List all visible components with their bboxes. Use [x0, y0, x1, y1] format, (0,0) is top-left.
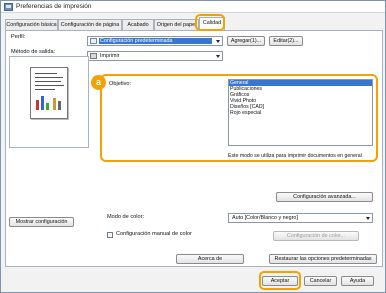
profile-icon [90, 38, 97, 44]
output-method-label: Método de salida: [11, 49, 56, 55]
objective-description: Este modo se utiliza para imprimir docum… [228, 153, 362, 159]
tab-basic-settings[interactable]: Configuración básica [5, 19, 58, 30]
title-bar: Preferencias de impresión [1, 1, 385, 13]
profile-label: Perfil: [11, 34, 26, 40]
show-settings-button[interactable]: Mostrar configuración [9, 217, 74, 227]
profile-select-value: Configuración predeterminada [100, 38, 173, 44]
manual-color-checkbox[interactable] [107, 232, 113, 238]
printer-small-icon [90, 53, 97, 59]
chevron-down-icon [366, 217, 370, 220]
chevron-down-icon [216, 40, 220, 43]
add-profile-button[interactable]: Agregar(1)... [227, 36, 265, 46]
printer-icon [4, 3, 13, 11]
tab-page-settings[interactable]: Configuración de página [58, 19, 122, 30]
manual-color-label: Configuración manual de color [116, 231, 192, 237]
color-mode-label: Modo de color: [107, 214, 145, 220]
callout-badge: a [91, 75, 106, 90]
list-item[interactable]: Rojo especial [229, 110, 372, 116]
chevron-down-icon [216, 55, 220, 58]
objective-list[interactable]: General Publicaciones Gráficos Vivid Pho… [228, 79, 373, 146]
tab-paper-source[interactable]: Origen del papel [154, 19, 199, 30]
output-method-select[interactable]: Imprimir [87, 51, 223, 61]
ok-button[interactable]: Aceptar [262, 276, 298, 286]
preview-sheet-icon [30, 67, 68, 119]
cancel-button[interactable]: Cancelar [304, 276, 337, 286]
restore-defaults-button[interactable]: Restaurar las opciones predeterminadas [269, 254, 377, 264]
tab-finishing[interactable]: Acabado [122, 19, 154, 30]
color-mode-value: Auto [Color/Blanco y negro] [232, 215, 298, 221]
edit-profile-button[interactable]: Editar(2)... [269, 36, 303, 46]
profile-select[interactable]: Configuración predeterminada [87, 36, 223, 46]
tab-quality[interactable]: Calidad [199, 17, 225, 30]
color-settings-button[interactable]: Configuración de color... [273, 231, 359, 241]
advanced-settings-button[interactable]: Configuración avanzada... [276, 192, 373, 202]
window-title: Preferencias de impresión [16, 3, 92, 10]
help-button[interactable]: Ayuda [341, 276, 374, 286]
color-mode-select[interactable]: Auto [Color/Blanco y negro] [228, 213, 373, 223]
page-preview [9, 56, 89, 148]
objective-label: Objetivo: [109, 81, 132, 87]
about-button[interactable]: Acerca de [176, 254, 244, 264]
print-preferences-window: Preferencias de impresión Configuración … [0, 0, 386, 293]
